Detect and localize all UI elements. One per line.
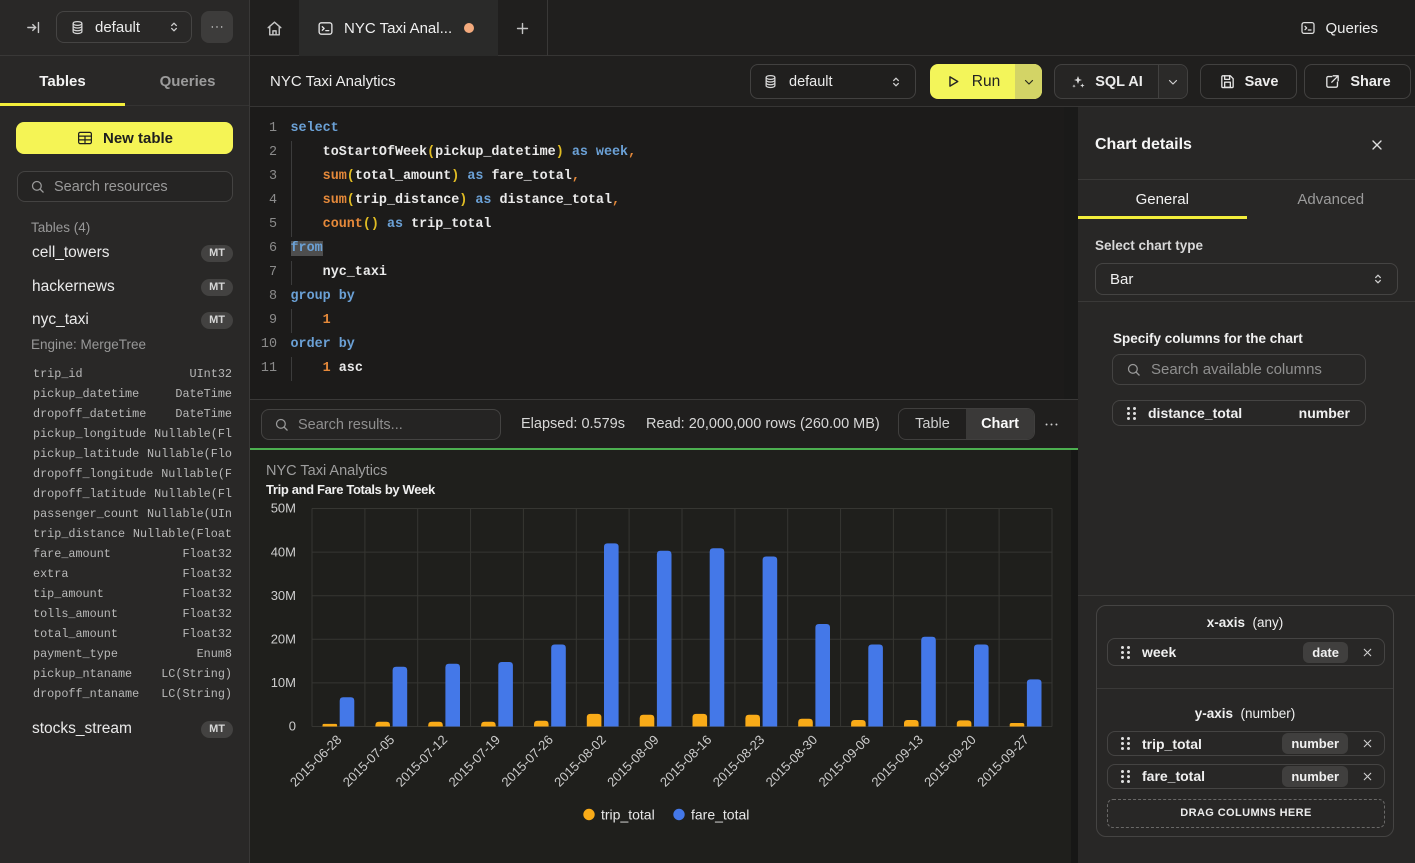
svg-text:10M: 10M — [271, 675, 296, 690]
svg-text:2015-07-05: 2015-07-05 — [340, 732, 398, 790]
svg-text:40M: 40M — [271, 544, 296, 559]
svg-text:2015-07-12: 2015-07-12 — [393, 732, 451, 790]
svg-text:2015-08-16: 2015-08-16 — [657, 732, 715, 790]
svg-text:50M: 50M — [271, 501, 296, 516]
svg-text:2015-09-06: 2015-09-06 — [815, 732, 873, 790]
svg-text:2015-06-28: 2015-06-28 — [287, 732, 345, 790]
svg-text:2015-09-20: 2015-09-20 — [921, 732, 979, 790]
svg-text:2015-09-13: 2015-09-13 — [868, 732, 926, 790]
svg-text:2015-07-26: 2015-07-26 — [498, 732, 556, 790]
svg-text:2015-08-23: 2015-08-23 — [710, 732, 768, 790]
svg-text:2015-08-30: 2015-08-30 — [763, 732, 821, 790]
svg-text:trip_total: trip_total — [601, 807, 655, 823]
svg-text:20M: 20M — [271, 632, 296, 647]
svg-text:2015-08-09: 2015-08-09 — [604, 732, 662, 790]
svg-text:fare_total: fare_total — [691, 807, 749, 823]
svg-text:2015-09-27: 2015-09-27 — [974, 732, 1032, 790]
svg-text:2015-07-19: 2015-07-19 — [445, 732, 503, 790]
svg-text:30M: 30M — [271, 588, 296, 603]
svg-text:2015-08-02: 2015-08-02 — [551, 732, 609, 790]
svg-text:0: 0 — [289, 719, 296, 734]
